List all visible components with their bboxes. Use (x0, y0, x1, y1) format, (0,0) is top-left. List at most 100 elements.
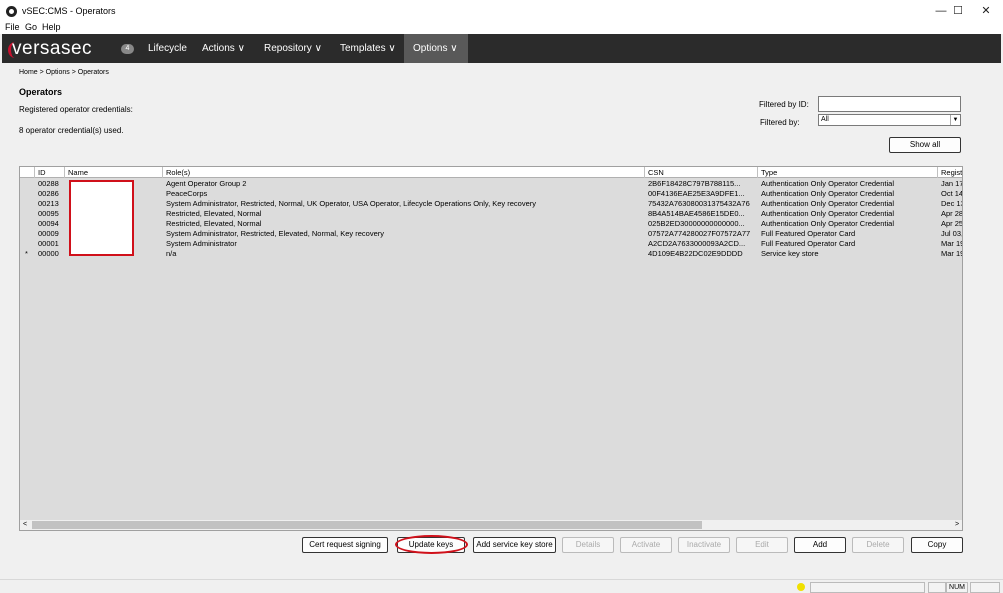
menu-bar: File Go Help (0, 21, 1003, 34)
horizontal-scrollbar[interactable]: < > (20, 520, 962, 530)
cell-roles: n/a (166, 249, 177, 258)
status-bar: NUM (0, 579, 1003, 593)
header-name[interactable]: Name (65, 167, 163, 178)
main-nav: versasec 4 Lifecycle Actions ∨ Repositor… (2, 34, 1001, 63)
filter-by-value: All (821, 116, 829, 123)
inactivate-button[interactable]: Inactivate (678, 537, 730, 553)
nav-repository[interactable]: Repository ∨ (255, 34, 331, 63)
nav-actions[interactable]: Actions ∨ (193, 34, 254, 63)
add-button[interactable]: Add (794, 537, 846, 553)
cell-type: Full Featured Operator Card (761, 229, 856, 238)
filter-by-select[interactable]: All ▼ (818, 114, 961, 126)
table-header: ID Name Role(s) CSN Type Regist (20, 167, 962, 178)
cell-registered: Dec 13 (941, 199, 963, 208)
cell-registered: Apr 25, (941, 219, 963, 228)
row-marker (22, 229, 35, 239)
table-row[interactable]: 00095 Restricted, Elevated, Normal 8B4A5… (20, 209, 962, 219)
registered-label: Registered operator credentials: (19, 105, 133, 114)
cell-type: Authentication Only Operator Credential (761, 189, 894, 198)
cell-id: 00095 (38, 209, 59, 218)
cell-id: 00288 (38, 179, 59, 188)
cell-type: Authentication Only Operator Credential (761, 179, 894, 188)
cell-roles: PeaceCorps (166, 189, 208, 198)
row-marker (22, 179, 35, 189)
nav-lifecycle[interactable]: Lifecycle (139, 34, 196, 63)
logo[interactable]: versasec (12, 38, 92, 60)
cell-registered: Mar 19 (941, 249, 963, 258)
highlight-annotation (395, 535, 468, 554)
menu-file[interactable]: File (5, 22, 20, 32)
cell-id: 00001 (38, 239, 59, 248)
cell-roles: System Administrator, Restricted, Elevat… (166, 229, 384, 238)
details-button[interactable]: Details (562, 537, 614, 553)
title-bar: vSEC:CMS - Operators — ☐ ✕ (0, 0, 1003, 22)
dropdown-arrow-icon: ▼ (950, 115, 960, 125)
cell-registered: Mar 19 (941, 239, 963, 248)
cell-roles: System Administrator, Restricted, Normal… (166, 199, 537, 208)
table-row[interactable]: 00213 System Administrator, Restricted, … (20, 199, 962, 209)
breadcrumb: Home > Options > Operators (19, 69, 109, 76)
header-csn[interactable]: CSN (645, 167, 758, 178)
table-row[interactable]: 00001 System Administrator A2CD2A7633000… (20, 239, 962, 249)
page-title: Operators (19, 87, 63, 97)
delete-button[interactable]: Delete (852, 537, 904, 553)
header-marker (20, 167, 35, 178)
menu-help[interactable]: Help (42, 22, 61, 32)
cell-type: Authentication Only Operator Credential (761, 209, 894, 218)
status-panel (810, 582, 925, 593)
scroll-right-icon[interactable]: > (952, 520, 962, 530)
status-message (198, 582, 798, 593)
cell-type: Authentication Only Operator Credential (761, 199, 894, 208)
activate-button[interactable]: Activate (620, 537, 672, 553)
header-id[interactable]: ID (35, 167, 65, 178)
scrollbar-thumb[interactable] (32, 521, 702, 529)
row-marker (22, 189, 35, 199)
scroll-left-icon[interactable]: < (20, 520, 30, 530)
redaction-box (69, 180, 134, 256)
copy-button[interactable]: Copy (911, 537, 963, 553)
filter-id-input[interactable] (818, 96, 961, 112)
cell-type: Service key store (761, 249, 819, 258)
header-type[interactable]: Type (758, 167, 938, 178)
cell-roles: Restricted, Elevated, Normal (166, 209, 262, 218)
show-all-button[interactable]: Show all (889, 137, 961, 153)
row-marker (22, 199, 35, 209)
header-roles[interactable]: Role(s) (163, 167, 645, 178)
used-count: 8 operator credential(s) used. (19, 126, 124, 135)
cell-csn: 025B2ED30000000000000... (648, 219, 745, 228)
add-service-key-store-button[interactable]: Add service key store (473, 537, 556, 553)
status-indicator-icon (797, 583, 805, 591)
operators-table[interactable]: ID Name Role(s) CSN Type Regist 00288 Ag… (19, 166, 963, 531)
cell-registered: Apr 28, (941, 209, 963, 218)
status-panel-small (928, 582, 946, 593)
nav-options[interactable]: Options ∨ (404, 34, 468, 63)
nav-templates[interactable]: Templates ∨ (331, 34, 405, 63)
row-marker: * (25, 249, 28, 258)
cell-csn: 8B4A514BAE4586E15DE0... (648, 209, 745, 218)
header-registered[interactable]: Regist (938, 167, 962, 178)
table-row[interactable]: 00288 Agent Operator Group 2 2B6F18428C7… (20, 179, 962, 189)
window-title: vSEC:CMS - Operators (22, 6, 116, 16)
edit-button[interactable]: Edit (736, 537, 788, 553)
cell-csn: A2CD2A7633000093A2CD... (648, 239, 746, 248)
menu-go[interactable]: Go (25, 22, 37, 32)
cell-csn: 07572A774280027F07572A77 (648, 229, 751, 238)
cert-request-signing-button[interactable]: Cert request signing (302, 537, 388, 553)
table-row[interactable]: 00286 PeaceCorps 00F4136EAE25E3A9DFE1...… (20, 189, 962, 199)
cell-roles: Restricted, Elevated, Normal (166, 219, 262, 228)
close-button[interactable]: ✕ (969, 0, 1003, 22)
cell-csn: 00F4136EAE25E3A9DFE1... (648, 189, 745, 198)
cell-csn: 4D109E4B22DC02E9DDDD (648, 249, 743, 258)
notification-badge[interactable]: 4 (121, 44, 134, 54)
cell-registered: Oct 14, (941, 189, 963, 198)
status-panel-end (970, 582, 1000, 593)
table-row[interactable]: 00094 Restricted, Elevated, Normal 025B2… (20, 219, 962, 229)
table-row[interactable]: 00009 System Administrator, Restricted, … (20, 229, 962, 239)
cell-csn: 75432A763080031375432A76 (648, 199, 750, 208)
cell-id: 00009 (38, 229, 59, 238)
cell-registered: Jan 17 (941, 179, 963, 188)
row-marker (22, 219, 35, 229)
table-row[interactable]: * 00000 n/a 4D109E4B22DC02E9DDDD Service… (20, 249, 962, 259)
row-marker (22, 209, 35, 219)
cell-type: Authentication Only Operator Credential (761, 219, 894, 228)
